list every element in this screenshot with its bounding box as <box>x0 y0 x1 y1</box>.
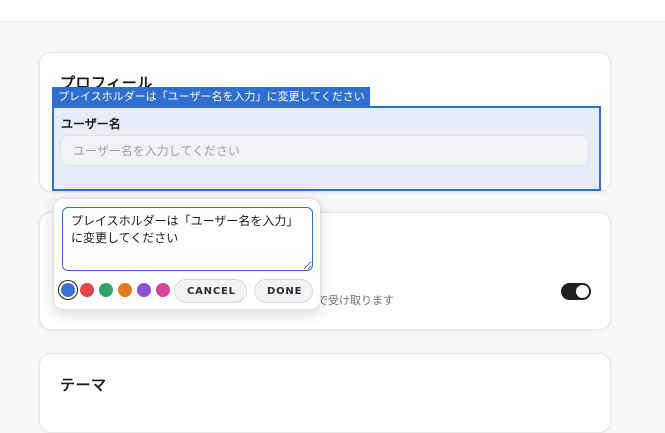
username-input[interactable] <box>60 135 589 166</box>
comment-popover: プレイスホルダーは「ユーザー名を入力」に変更してください CANCEL DONE <box>53 198 321 310</box>
toggle-knob <box>576 285 589 298</box>
username-label: ユーザー名 <box>61 117 121 131</box>
color-swatch-red[interactable] <box>80 283 94 297</box>
color-swatch-green[interactable] <box>99 283 113 297</box>
top-bar <box>0 0 665 22</box>
comment-textarea[interactable]: プレイスホルダーは「ユーザー名を入力」に変更してください <box>62 207 313 271</box>
color-swatch-purple[interactable] <box>137 283 151 297</box>
theme-card-title: テーマ <box>60 376 107 394</box>
cancel-button[interactable]: CANCEL <box>174 279 247 303</box>
color-swatch-pink[interactable] <box>156 283 170 297</box>
annotation-tag: プレイスホルダーは「ユーザー名を入力」に変更してください <box>52 87 370 106</box>
color-swatches <box>61 283 170 297</box>
theme-card: テーマ <box>39 353 611 433</box>
notification-description: で受け取ります <box>317 294 394 307</box>
color-swatch-blue[interactable] <box>61 283 75 297</box>
color-swatch-orange[interactable] <box>118 283 132 297</box>
done-button[interactable]: DONE <box>254 279 313 303</box>
notification-toggle[interactable] <box>561 283 591 300</box>
